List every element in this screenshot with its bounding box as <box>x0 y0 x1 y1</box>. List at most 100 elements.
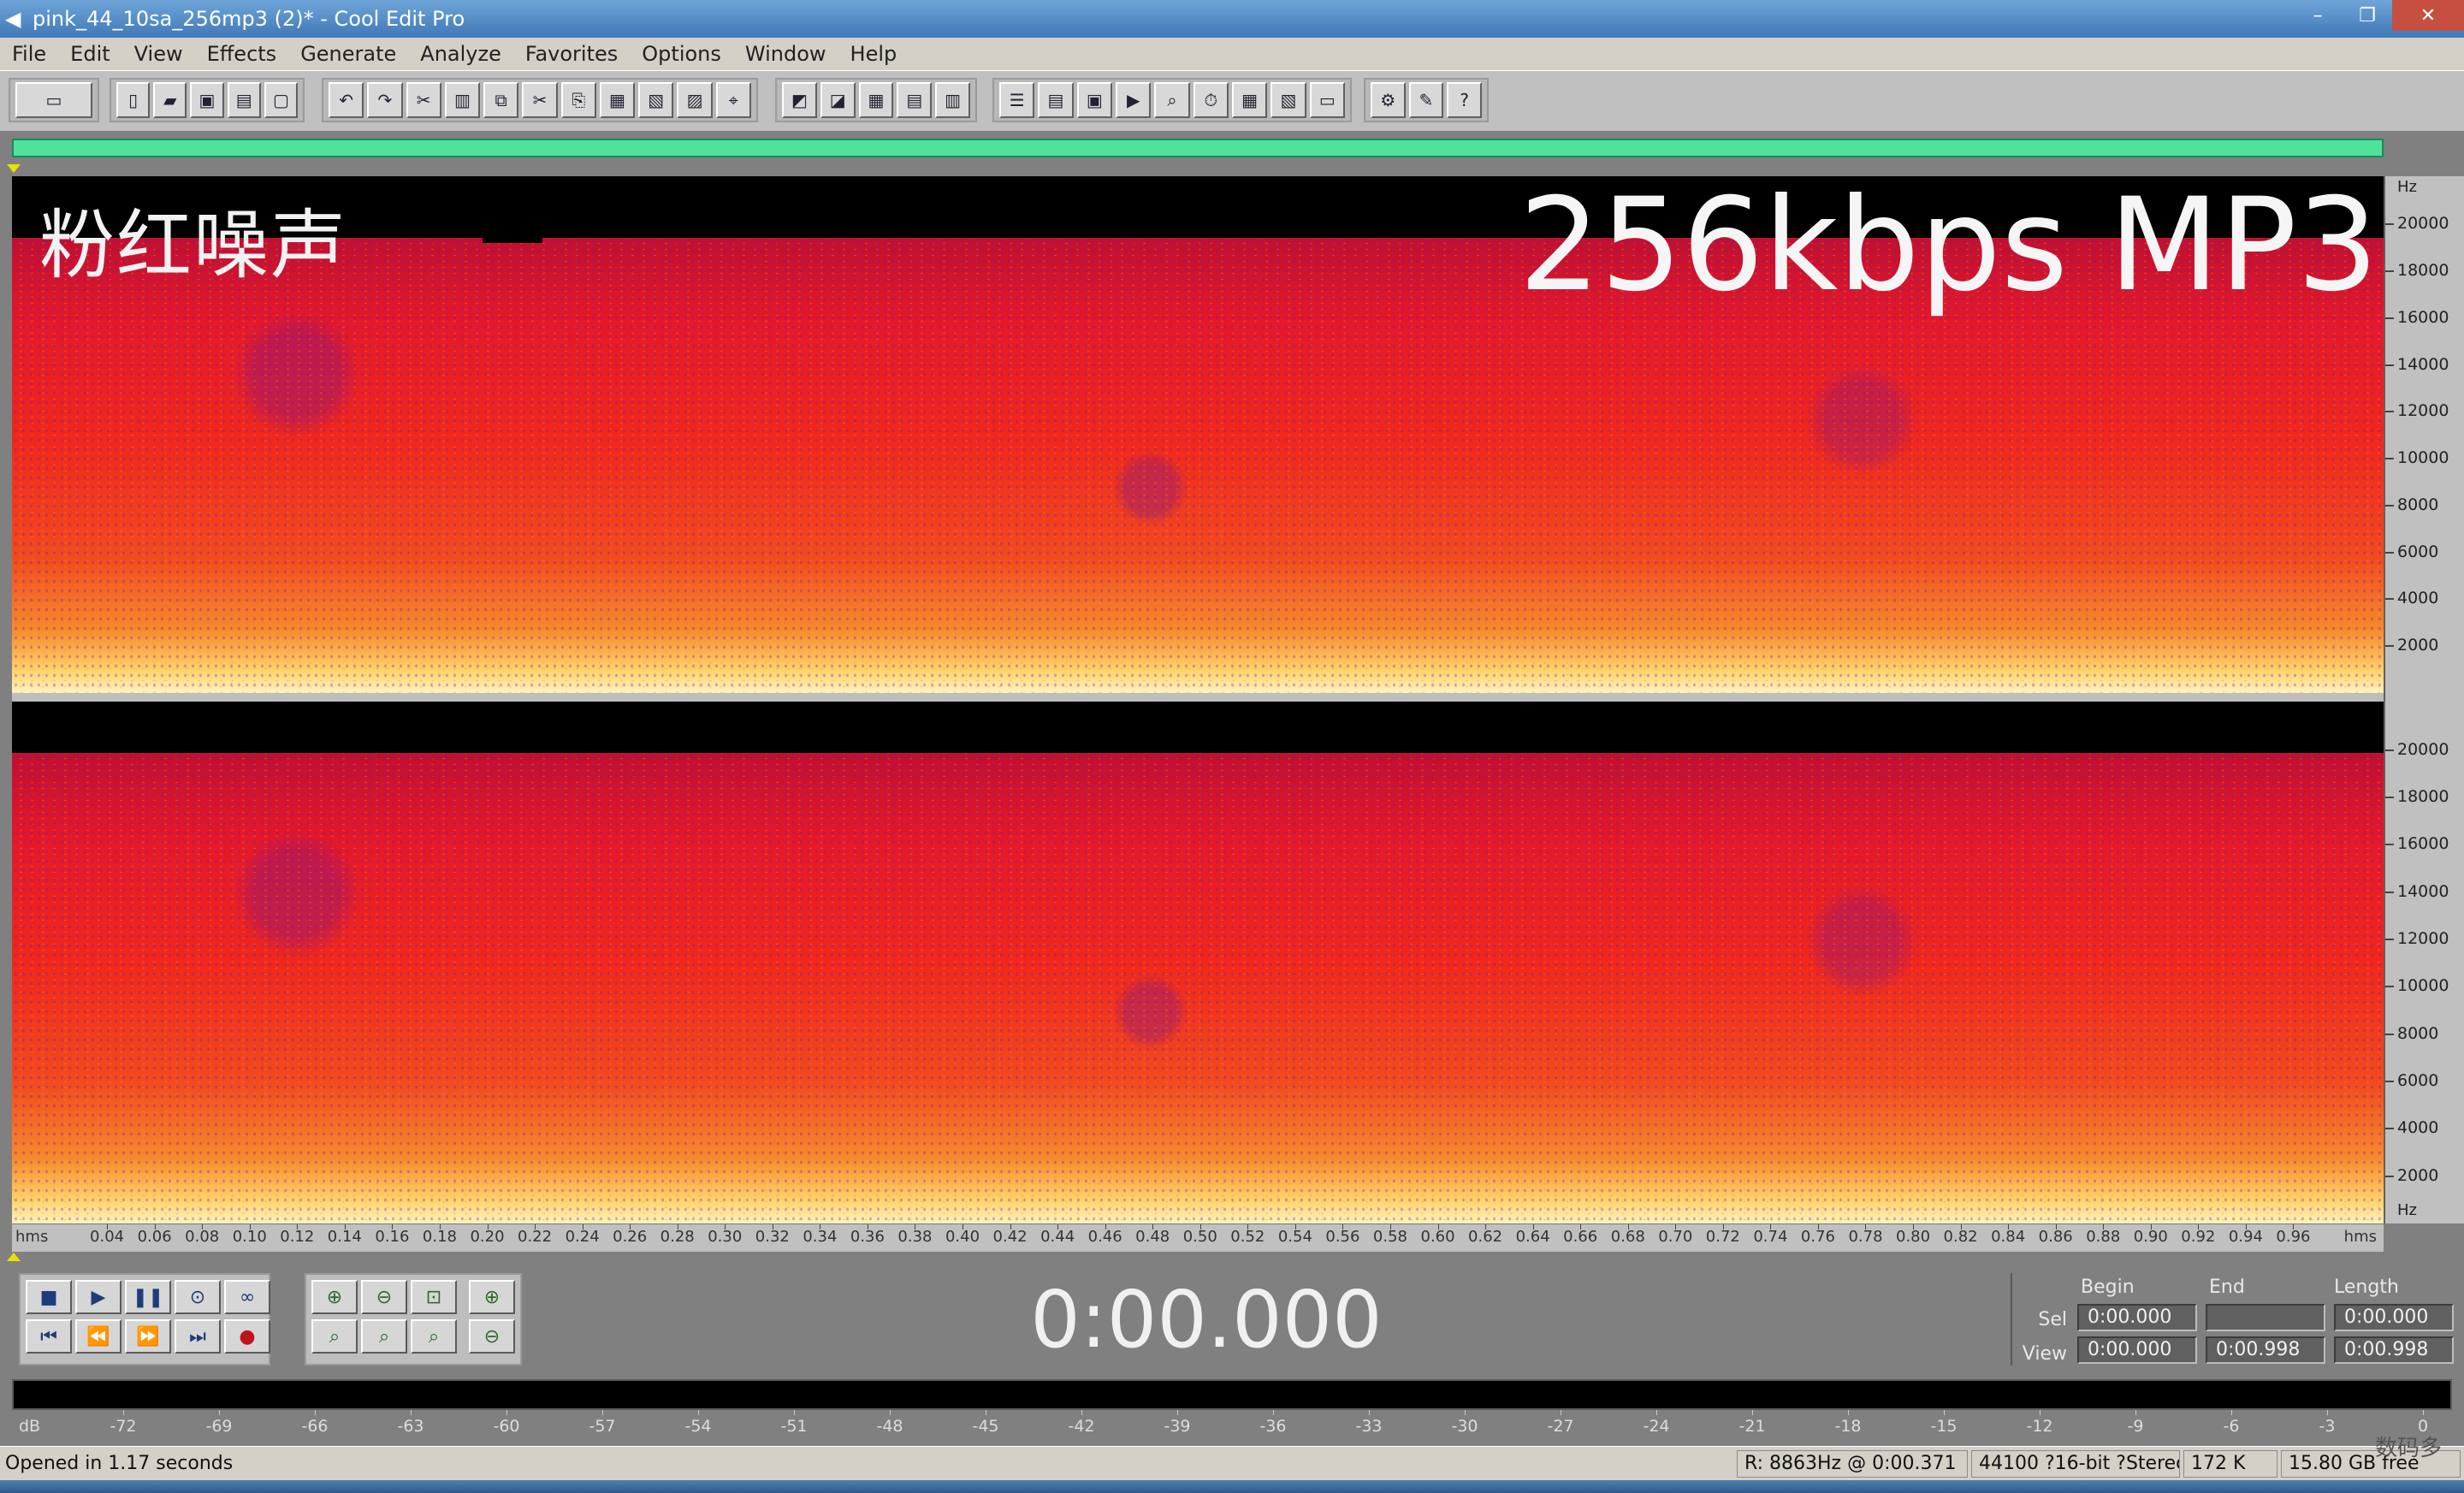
redo-icon[interactable]: ↷ <box>367 82 403 118</box>
zoom-out-icon[interactable]: ⊖ <box>361 1280 407 1314</box>
save-icon[interactable]: ▣ <box>190 82 224 118</box>
hz-tick-label: 12000 <box>2397 401 2449 421</box>
menu-view[interactable]: View <box>122 42 195 66</box>
stop-icon[interactable]: ■ <box>26 1280 72 1314</box>
paste-icon[interactable]: ⎘ <box>560 82 596 118</box>
meter-tick-label: -48 <box>876 1417 903 1436</box>
menu-edit[interactable]: Edit <box>58 42 121 66</box>
play-to-end-icon[interactable]: ⊙ <box>175 1280 221 1314</box>
channel-view-icon[interactable]: ▥ <box>935 82 970 118</box>
copy-new-icon[interactable]: ▥ <box>444 82 481 118</box>
grid-view-icon[interactable]: ▦ <box>858 82 894 118</box>
info-icon[interactable]: ▣ <box>1076 82 1112 118</box>
ruler-unit-left: hms <box>15 1228 49 1246</box>
play-region-icon[interactable]: ▶ <box>1115 82 1152 118</box>
open-folder-icon[interactable]: ▰ <box>153 82 187 118</box>
help-icon[interactable]: ? <box>1447 82 1483 118</box>
play-icon[interactable]: ▶ <box>75 1280 121 1314</box>
trim-icon[interactable]: ✂ <box>406 82 441 118</box>
pause-icon[interactable]: ❚❚ <box>125 1280 171 1314</box>
zoom-region-icon[interactable]: ⌕ <box>1154 82 1190 118</box>
frequency-analysis-icon[interactable]: ▧ <box>1270 82 1306 118</box>
menu-effects[interactable]: Effects <box>195 42 289 66</box>
ruler-tick-label: 0.90 <box>2133 1228 2168 1246</box>
waveform-view-icon[interactable]: ◪ <box>820 82 856 118</box>
cue-list-icon[interactable]: ☰ <box>999 82 1035 118</box>
meter-tick <box>1656 1410 1657 1415</box>
scroll-icon[interactable]: ▭ <box>1309 82 1345 118</box>
view-begin-field[interactable]: 0:00.000 <box>2077 1336 2197 1364</box>
ruler-tick-label: 0.86 <box>2038 1228 2073 1246</box>
multitrack-toggle-icon[interactable]: ▭ <box>15 82 92 118</box>
waveform-overview-bar[interactable] <box>12 139 2384 157</box>
menu-window[interactable]: Window <box>733 42 838 66</box>
spectral-display[interactable]: 粉红噪声 256kbps MP3 <box>12 176 2384 1223</box>
zoom-selection-icon[interactable]: ⌕ <box>411 1319 457 1354</box>
hz-tick-label: 4000 <box>2397 589 2439 608</box>
snap-icon[interactable]: ▦ <box>1231 82 1268 118</box>
scripts-icon[interactable]: ✎ <box>1408 82 1444 118</box>
sel-begin-field[interactable]: 0:00.000 <box>2077 1304 2197 1331</box>
toolbar-group-display: ◩ ◪ ▦ ▤ ▥ <box>775 78 977 122</box>
mix-paste-icon[interactable]: ▦ <box>599 82 636 118</box>
restore-icon[interactable]: ❐ <box>2343 0 2392 31</box>
zoom-left-icon[interactable]: ⌕ <box>311 1319 358 1354</box>
menu-favorites[interactable]: Favorites <box>513 42 630 66</box>
ruler-tick-label: 0.82 <box>1943 1228 1978 1246</box>
cut-icon[interactable]: ✂ <box>522 82 558 118</box>
ruler-tick-label: 0.06 <box>137 1228 172 1246</box>
menu-analyze[interactable]: Analyze <box>408 42 513 66</box>
menu-options[interactable]: Options <box>630 42 733 66</box>
ruler-tick-label: 0.56 <box>1325 1228 1360 1246</box>
time-ruler[interactable]: hms hms 0.04 0.06 0.08 0.10 0.12 0.14 0.16 0.18… <box>12 1223 2384 1252</box>
zoom-in-icon[interactable]: ⊕ <box>311 1280 358 1314</box>
record-icon[interactable]: ● <box>224 1319 270 1354</box>
menu-generate[interactable]: Generate <box>288 42 408 66</box>
meter-tick <box>2231 1410 2232 1415</box>
go-to-end-icon[interactable]: ⏭ <box>175 1319 221 1354</box>
hz-tick <box>2385 458 2394 460</box>
new-file-icon[interactable]: ▯ <box>116 82 151 118</box>
minimize-icon[interactable]: – <box>2293 0 2343 31</box>
menu-help[interactable]: Help <box>838 42 909 66</box>
zoom-full-icon[interactable]: ⊡ <box>411 1280 457 1314</box>
cool-edit-window: ◀ pink_44_10sa_256mp3 (2)* - Cool Edit P… <box>0 0 2464 1493</box>
meter-tick-label: -3 <box>2319 1417 2336 1436</box>
stereo-view-icon[interactable]: ▤ <box>897 82 933 118</box>
sel-end-field[interactable] <box>2206 1304 2325 1331</box>
ruler-tick-label: 0.10 <box>232 1228 267 1246</box>
zoom-in-vertical-icon[interactable]: ⊕ <box>469 1280 515 1314</box>
fast-forward-icon[interactable]: ⏩ <box>125 1319 171 1354</box>
copy-icon[interactable]: ⧉ <box>483 82 519 118</box>
time-format-icon[interactable]: ⏱ <box>1193 82 1229 118</box>
save-all-icon[interactable]: ▤ <box>227 82 261 118</box>
close-file-icon[interactable]: ▢ <box>264 82 299 118</box>
go-to-start-icon[interactable]: ⏮ <box>26 1319 72 1354</box>
hz-tick <box>2385 1175 2394 1177</box>
zoom-right-icon[interactable]: ⌕ <box>361 1319 407 1354</box>
loop-icon[interactable]: ∞ <box>224 1280 270 1314</box>
insert-icon[interactable]: ▧ <box>638 82 674 118</box>
channel-right[interactable] <box>12 702 2384 1223</box>
ruler-tick-label: 0.96 <box>2276 1228 2311 1246</box>
hz-tick <box>2385 645 2394 648</box>
spectral-view-icon[interactable]: ◩ <box>782 82 817 118</box>
hz-tick-label: 14000 <box>2397 354 2449 374</box>
start-marker-icon[interactable] <box>7 164 21 173</box>
settings-icon[interactable]: ⚙ <box>1371 82 1406 118</box>
channel-left[interactable]: 粉红噪声 256kbps MP3 <box>12 176 2384 693</box>
view-end-field[interactable]: 0:00.998 <box>2206 1336 2325 1364</box>
ruler-tick-label: 0.04 <box>90 1228 125 1246</box>
view-length-field[interactable]: 0:00.998 <box>2334 1336 2454 1364</box>
end-marker-icon[interactable] <box>7 1253 21 1261</box>
paste-new-icon[interactable]: ▨ <box>677 82 713 118</box>
playlist-icon[interactable]: ▤ <box>1038 82 1074 118</box>
undo-icon[interactable]: ↶ <box>329 82 364 118</box>
rewind-icon[interactable]: ⏪ <box>75 1319 121 1354</box>
menu-file[interactable]: File <box>0 42 58 66</box>
ruler-tick-label: 0.36 <box>850 1228 885 1246</box>
close-icon[interactable]: ✕ <box>2392 0 2464 31</box>
sel-length-field[interactable]: 0:00.000 <box>2334 1304 2454 1331</box>
crop-icon[interactable]: ⌖ <box>715 82 751 118</box>
zoom-out-vertical-icon[interactable]: ⊖ <box>469 1319 515 1354</box>
